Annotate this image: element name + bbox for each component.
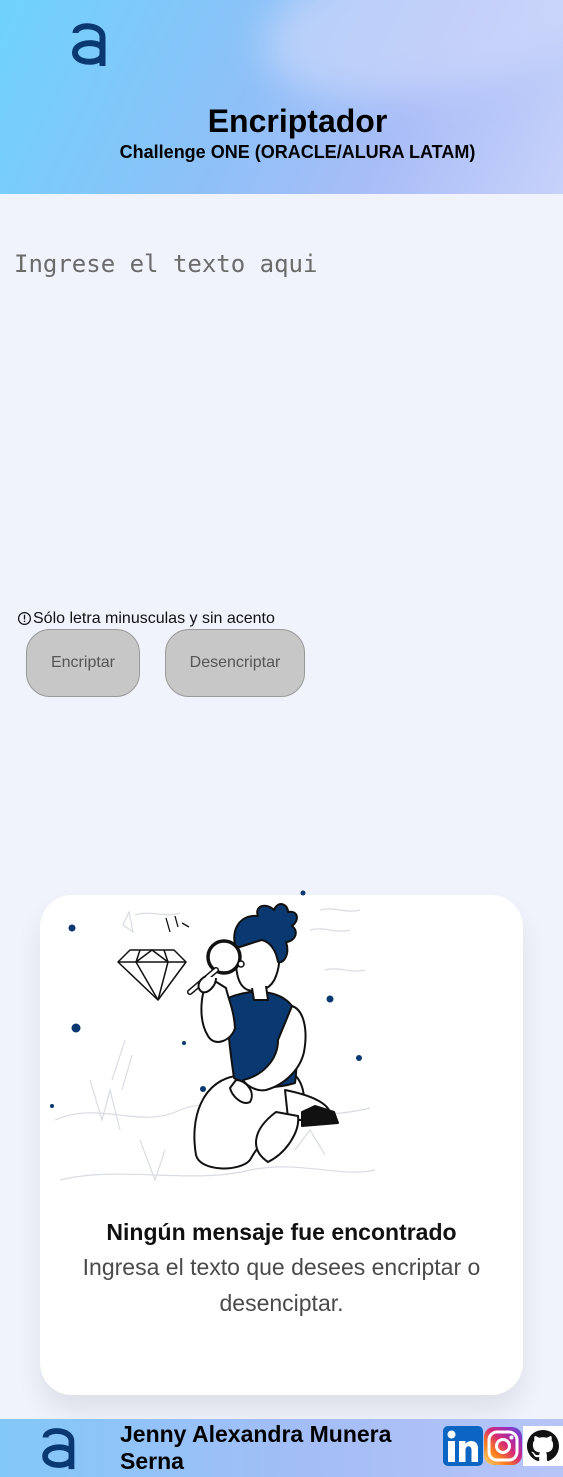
linkedin-icon[interactable] bbox=[443, 1426, 483, 1466]
page-subtitle: Challenge ONE (ORACLE/ALURA LATAM) bbox=[119, 142, 476, 162]
page-title: Encriptador bbox=[207, 103, 388, 139]
instagram-icon[interactable] bbox=[483, 1426, 523, 1466]
page-footer: Jenny Alexandra Munera Serna bbox=[0, 1419, 563, 1477]
author-name: Jenny Alexandra Munera Serna bbox=[120, 1421, 392, 1474]
decrypt-button[interactable]: Desencriptar bbox=[165, 629, 305, 697]
page-header: Encriptador Challenge ONE (ORACLE/ALURA … bbox=[0, 0, 563, 194]
alura-logo-icon[interactable] bbox=[71, 20, 107, 70]
info-circle-icon bbox=[17, 611, 32, 625]
github-icon[interactable] bbox=[523, 1426, 563, 1466]
message-input[interactable] bbox=[14, 250, 549, 590]
person-magnifying-glass-illustration bbox=[50, 890, 376, 1182]
result-text: Ingresa el texto que desees encriptar o … bbox=[82, 1254, 481, 1316]
result-title: Ningún mensaje fue encontrado bbox=[106, 1219, 457, 1245]
alura-logo-icon[interactable] bbox=[41, 1425, 76, 1473]
hint-text: Sólo letra minusculas y sin acento bbox=[33, 610, 275, 627]
encrypt-button[interactable]: Encriptar bbox=[26, 629, 140, 697]
input-hint: Sólo letra minusculas y sin acento bbox=[17, 609, 275, 629]
